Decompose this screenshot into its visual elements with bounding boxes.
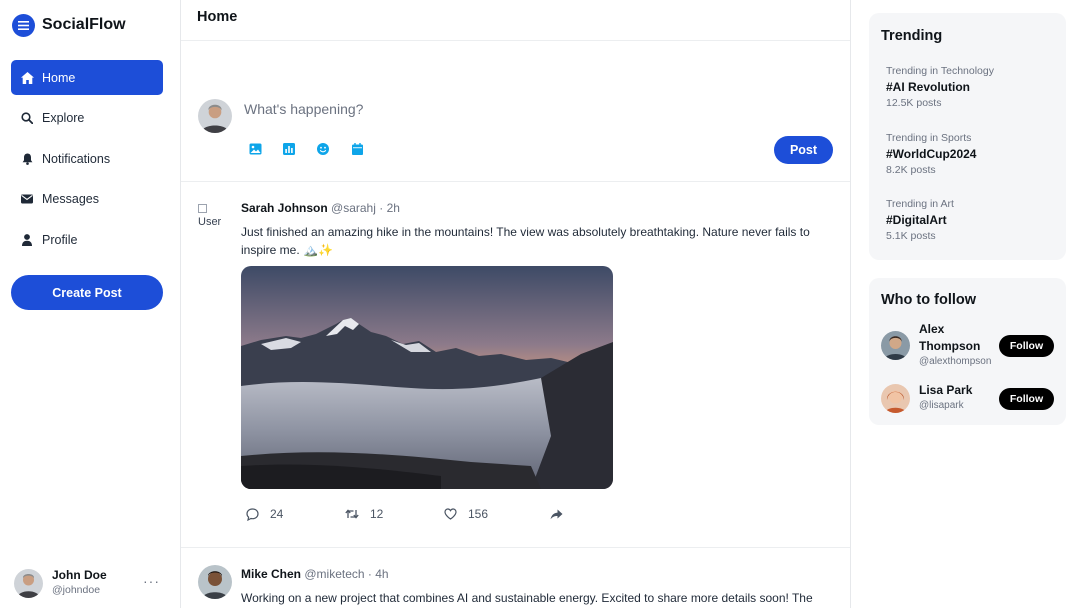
main-nav: Home Explore Notifications Messages Prof…: [11, 60, 163, 263]
post-handle[interactable]: @sarahj: [331, 201, 376, 215]
follow-button[interactable]: Follow: [999, 388, 1054, 410]
trending-title: Trending: [881, 28, 943, 44]
current-user-handle: @johndoe: [52, 584, 101, 596]
follow-suggestion: Alex Thompson @alexthompson Follow: [881, 321, 1056, 371]
heart-icon: [443, 507, 457, 521]
share-icon: [549, 507, 563, 521]
trend-count: 5.1K posts: [886, 230, 936, 242]
sidebar-item-label: Notifications: [42, 151, 111, 166]
main-feed: Home What's happening? Post User Sarah J…: [181, 0, 851, 608]
post-text: Just finished an amazing hike in the mou…: [241, 225, 810, 257]
composer-toolbar: [248, 142, 384, 156]
who-to-follow-card: Who to follow Alex Thompson @alexthompso…: [869, 278, 1066, 425]
feed-header: Home: [181, 0, 850, 41]
avatar-alt-text: User: [198, 216, 222, 228]
trend-tag: #WorldCup2024: [886, 147, 977, 161]
sidebar-item-label: Profile: [42, 232, 78, 247]
avatar[interactable]: [198, 565, 232, 599]
post-button[interactable]: Post: [774, 136, 833, 164]
comment-icon: [245, 507, 259, 521]
current-user-name: John Doe: [52, 568, 107, 582]
post-author[interactable]: Mike Chen: [241, 567, 301, 581]
share-button[interactable]: [549, 507, 574, 521]
follow-user-handle: @lisapark: [919, 400, 964, 411]
like-count: 156: [468, 507, 489, 521]
who-to-follow-title: Who to follow: [881, 292, 977, 308]
trend-item[interactable]: Trending in Art #DigitalArt 5.1K posts: [886, 196, 954, 244]
chart-icon[interactable]: [282, 142, 296, 156]
post-header: Sarah Johnson @sarahj · 2h: [241, 201, 400, 215]
home-icon: [20, 71, 34, 85]
avatar: [198, 99, 232, 133]
post-time: 2h: [386, 201, 400, 215]
separator: ·: [379, 201, 384, 215]
trend-item[interactable]: Trending in Technology #AI Revolution 12…: [886, 63, 994, 111]
trend-tag: #DigitalArt: [886, 213, 947, 227]
post-composer: What's happening? Post: [181, 41, 850, 182]
sidebar-item-notifications[interactable]: Notifications: [11, 141, 163, 176]
envelope-icon: [20, 192, 34, 206]
sidebar-item-label: Messages: [42, 192, 99, 207]
separator: ·: [367, 567, 372, 581]
right-sidebar: Trending Trending in Technology #AI Revo…: [851, 0, 1080, 608]
reply-count: 24: [270, 507, 284, 521]
reply-button[interactable]: 24: [245, 507, 345, 521]
trend-item[interactable]: Trending in Sports #WorldCup2024 8.2K po…: [886, 130, 976, 178]
post-image[interactable]: [241, 266, 613, 489]
calendar-icon[interactable]: [350, 142, 364, 156]
post-handle[interactable]: @miketech: [304, 567, 364, 581]
left-sidebar: SocialFlow Home Explore Notifications Me…: [0, 0, 181, 608]
avatar[interactable]: User: [198, 201, 228, 231]
sidebar-item-explore[interactable]: Explore: [11, 101, 163, 136]
image-icon[interactable]: [248, 142, 262, 156]
page-title: Home: [197, 9, 238, 25]
avatar[interactable]: [881, 331, 910, 360]
sidebar-item-home[interactable]: Home: [11, 60, 163, 95]
feed-post[interactable]: Mike Chen @miketech · 4h Working on a ne…: [181, 548, 850, 608]
brand[interactable]: SocialFlow: [12, 13, 126, 37]
trend-category: Trending in Art: [886, 198, 954, 210]
brand-name: SocialFlow: [42, 16, 126, 33]
follow-user-name[interactable]: Alex Thompson: [919, 321, 999, 355]
current-user-card[interactable]: John Doe @johndoe ···: [14, 567, 166, 599]
follow-user-handle: @alexthompson: [919, 356, 992, 367]
trend-category: Trending in Sports: [886, 132, 972, 144]
search-icon: [20, 111, 34, 125]
repost-icon: [345, 507, 359, 521]
post-header: Mike Chen @miketech · 4h: [241, 567, 389, 581]
sidebar-item-label: Home: [42, 70, 76, 85]
sidebar-item-profile[interactable]: Profile: [11, 222, 163, 257]
sidebar-item-label: Explore: [42, 111, 85, 126]
bell-icon: [20, 152, 34, 166]
post-text: Working on a new project that combines A…: [241, 591, 813, 605]
trend-count: 8.2K posts: [886, 164, 936, 176]
create-post-button[interactable]: Create Post: [11, 275, 163, 310]
user-icon: [20, 233, 34, 247]
compose-input[interactable]: What's happening?: [244, 101, 363, 117]
repost-button[interactable]: 12: [345, 507, 443, 521]
more-options-icon[interactable]: ···: [143, 573, 160, 589]
follow-button[interactable]: Follow: [999, 335, 1054, 357]
avatar[interactable]: [881, 384, 910, 413]
menu-lines-icon: [12, 13, 35, 37]
post-time: 4h: [375, 567, 389, 581]
trend-count: 12.5K posts: [886, 97, 942, 109]
avatar: [14, 568, 43, 598]
trend-tag: #AI Revolution: [886, 80, 971, 94]
repost-count: 12: [370, 507, 384, 521]
like-button[interactable]: 156: [443, 507, 549, 521]
emoji-icon[interactable]: [316, 142, 330, 156]
follow-suggestion: Lisa Park @lisapark Follow: [881, 382, 1056, 416]
broken-image-icon: [198, 203, 207, 213]
follow-user-name[interactable]: Lisa Park: [919, 382, 999, 399]
sidebar-item-messages[interactable]: Messages: [11, 182, 163, 217]
trending-card: Trending Trending in Technology #AI Revo…: [869, 13, 1066, 260]
post-author[interactable]: Sarah Johnson: [241, 201, 328, 215]
trend-category: Trending in Technology: [886, 65, 994, 77]
post-actions: 24 12 156: [245, 507, 574, 521]
feed-post[interactable]: User Sarah Johnson @sarahj · 2h Just fin…: [181, 182, 850, 548]
